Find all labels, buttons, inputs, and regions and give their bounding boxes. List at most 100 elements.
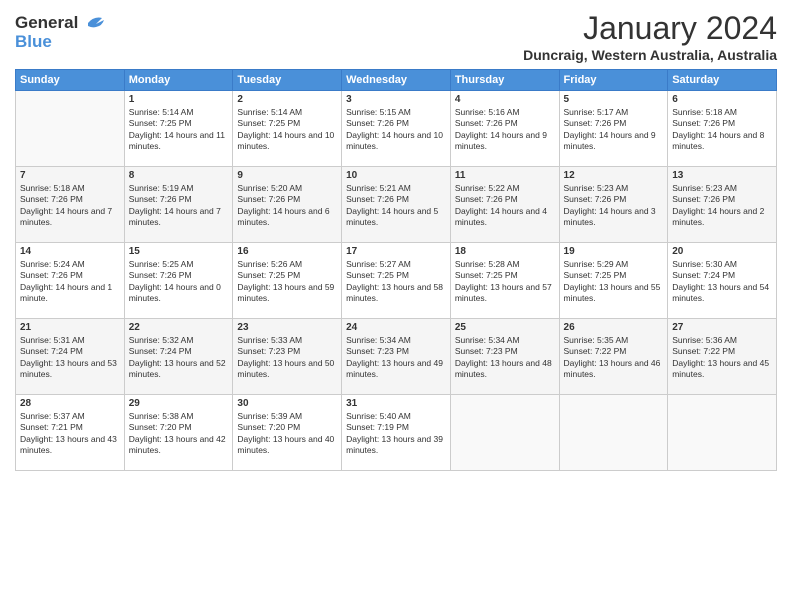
calendar-cell: 4 Sunrise: 5:16 AM Sunset: 7:26 PM Daylig…: [450, 91, 559, 167]
calendar-cell: 19 Sunrise: 5:29 AM Sunset: 7:25 PM Dayli…: [559, 243, 668, 319]
day-info: Sunrise: 5:21 AM Sunset: 7:26 PM Dayligh…: [346, 183, 446, 229]
day-info: Sunrise: 5:15 AM Sunset: 7:26 PM Dayligh…: [346, 107, 446, 153]
calendar-cell: 9 Sunrise: 5:20 AM Sunset: 7:26 PM Daylig…: [233, 167, 342, 243]
day-number: 22: [129, 322, 229, 333]
day-number: 6: [672, 94, 772, 105]
day-info: Sunrise: 5:29 AM Sunset: 7:25 PM Dayligh…: [564, 259, 664, 305]
day-number: 31: [346, 398, 446, 409]
calendar-cell: 14Sunrise: 5:24 AM Sunset: 7:26 PM Dayli…: [16, 243, 125, 319]
week-row-3: 14Sunrise: 5:24 AM Sunset: 7:26 PM Dayli…: [16, 243, 777, 319]
col-sunday: Sunday: [16, 70, 125, 91]
day-info: Sunrise: 5:22 AM Sunset: 7:26 PM Dayligh…: [455, 183, 555, 229]
day-info: Sunrise: 5:17 AM Sunset: 7:26 PM Dayligh…: [564, 107, 664, 153]
calendar-cell: 25 Sunrise: 5:34 AM Sunset: 7:23 PM Dayli…: [450, 319, 559, 395]
day-info: Sunrise: 5:14 AM Sunset: 7:25 PM Dayligh…: [129, 107, 229, 153]
col-monday: Monday: [124, 70, 233, 91]
page-container: General Blue January 2024 Duncraig, West…: [0, 0, 792, 479]
calendar-cell: 13 Sunrise: 5:23 AM Sunset: 7:26 PM Dayli…: [668, 167, 777, 243]
calendar-cell: 3 Sunrise: 5:15 AM Sunset: 7:26 PM Daylig…: [342, 91, 451, 167]
day-info: Sunrise: 5:20 AM Sunset: 7:26 PM Dayligh…: [237, 183, 337, 229]
day-number: 20: [672, 246, 772, 257]
week-row-4: 21Sunrise: 5:31 AM Sunset: 7:24 PM Dayli…: [16, 319, 777, 395]
week-row-5: 28Sunrise: 5:37 AM Sunset: 7:21 PM Dayli…: [16, 395, 777, 471]
day-info: Sunrise: 5:23 AM Sunset: 7:26 PM Dayligh…: [564, 183, 664, 229]
calendar-cell: 27 Sunrise: 5:36 AM Sunset: 7:22 PM Dayli…: [668, 319, 777, 395]
day-info: Sunrise: 5:33 AM Sunset: 7:23 PM Dayligh…: [237, 335, 337, 381]
day-number: 12: [564, 170, 664, 181]
calendar-cell: 15 Sunrise: 5:25 AM Sunset: 7:26 PM Dayli…: [124, 243, 233, 319]
day-number: 28: [20, 398, 120, 409]
day-info: Sunrise: 5:27 AM Sunset: 7:25 PM Dayligh…: [346, 259, 446, 305]
week-row-2: 7 Sunrise: 5:18 AM Sunset: 7:26 PM Daylig…: [16, 167, 777, 243]
day-number: 24: [346, 322, 446, 333]
calendar-subtitle: Duncraig, Western Australia, Australia: [523, 47, 777, 63]
day-number: 25: [455, 322, 555, 333]
day-info: Sunrise: 5:18 AM Sunset: 7:26 PM Dayligh…: [20, 183, 120, 229]
day-number: 8: [129, 170, 229, 181]
calendar-cell: 20 Sunrise: 5:30 AM Sunset: 7:24 PM Dayli…: [668, 243, 777, 319]
day-info: Sunrise: 5:26 AM Sunset: 7:25 PM Dayligh…: [237, 259, 337, 305]
calendar-cell: 8 Sunrise: 5:19 AM Sunset: 7:26 PM Daylig…: [124, 167, 233, 243]
day-info: Sunrise: 5:35 AM Sunset: 7:22 PM Dayligh…: [564, 335, 664, 381]
calendar-cell: 28Sunrise: 5:37 AM Sunset: 7:21 PM Dayli…: [16, 395, 125, 471]
calendar-cell: 26Sunrise: 5:35 AM Sunset: 7:22 PM Dayli…: [559, 319, 668, 395]
calendar-cell: 29Sunrise: 5:38 AM Sunset: 7:20 PM Dayli…: [124, 395, 233, 471]
day-number: 27: [672, 322, 772, 333]
logo-general: General: [15, 14, 78, 33]
logo-bird-icon: [80, 14, 106, 32]
logo: General Blue: [15, 14, 106, 51]
day-number: 9: [237, 170, 337, 181]
calendar-cell: 30Sunrise: 5:39 AM Sunset: 7:20 PM Dayli…: [233, 395, 342, 471]
col-friday: Friday: [559, 70, 668, 91]
day-number: 16: [237, 246, 337, 257]
day-info: Sunrise: 5:25 AM Sunset: 7:26 PM Dayligh…: [129, 259, 229, 305]
calendar-cell: 5 Sunrise: 5:17 AM Sunset: 7:26 PM Daylig…: [559, 91, 668, 167]
day-info: Sunrise: 5:34 AM Sunset: 7:23 PM Dayligh…: [455, 335, 555, 381]
calendar-cell: 17Sunrise: 5:27 AM Sunset: 7:25 PM Dayli…: [342, 243, 451, 319]
calendar-table: Sunday Monday Tuesday Wednesday Thursday…: [15, 69, 777, 471]
day-info: Sunrise: 5:38 AM Sunset: 7:20 PM Dayligh…: [129, 411, 229, 457]
day-info: Sunrise: 5:23 AM Sunset: 7:26 PM Dayligh…: [672, 183, 772, 229]
day-number: 3: [346, 94, 446, 105]
day-number: 15: [129, 246, 229, 257]
day-number: 23: [237, 322, 337, 333]
day-info: Sunrise: 5:18 AM Sunset: 7:26 PM Dayligh…: [672, 107, 772, 153]
col-thursday: Thursday: [450, 70, 559, 91]
calendar-cell: 10Sunrise: 5:21 AM Sunset: 7:26 PM Dayli…: [342, 167, 451, 243]
week-row-1: 1Sunrise: 5:14 AM Sunset: 7:25 PM Daylig…: [16, 91, 777, 167]
calendar-cell: 31 Sunrise: 5:40 AM Sunset: 7:19 PM Dayli…: [342, 395, 451, 471]
calendar-cell: [16, 91, 125, 167]
day-number: 13: [672, 170, 772, 181]
header-row: Sunday Monday Tuesday Wednesday Thursday…: [16, 70, 777, 91]
day-info: Sunrise: 5:16 AM Sunset: 7:26 PM Dayligh…: [455, 107, 555, 153]
calendar-cell: 24Sunrise: 5:34 AM Sunset: 7:23 PM Dayli…: [342, 319, 451, 395]
calendar-cell: 7 Sunrise: 5:18 AM Sunset: 7:26 PM Daylig…: [16, 167, 125, 243]
day-info: Sunrise: 5:31 AM Sunset: 7:24 PM Dayligh…: [20, 335, 120, 381]
calendar-cell: 18Sunrise: 5:28 AM Sunset: 7:25 PM Dayli…: [450, 243, 559, 319]
calendar-cell: 1Sunrise: 5:14 AM Sunset: 7:25 PM Daylig…: [124, 91, 233, 167]
day-number: 14: [20, 246, 120, 257]
logo-blue: Blue: [15, 33, 106, 52]
calendar-cell: 16 Sunrise: 5:26 AM Sunset: 7:25 PM Dayli…: [233, 243, 342, 319]
col-saturday: Saturday: [668, 70, 777, 91]
col-tuesday: Tuesday: [233, 70, 342, 91]
calendar-cell: 12 Sunrise: 5:23 AM Sunset: 7:26 PM Dayli…: [559, 167, 668, 243]
day-info: Sunrise: 5:30 AM Sunset: 7:24 PM Dayligh…: [672, 259, 772, 305]
day-number: 2: [237, 94, 337, 105]
day-info: Sunrise: 5:14 AM Sunset: 7:25 PM Dayligh…: [237, 107, 337, 153]
calendar-cell: [559, 395, 668, 471]
day-number: 5: [564, 94, 664, 105]
calendar-cell: 6 Sunrise: 5:18 AM Sunset: 7:26 PM Daylig…: [668, 91, 777, 167]
day-info: Sunrise: 5:40 AM Sunset: 7:19 PM Dayligh…: [346, 411, 446, 457]
day-info: Sunrise: 5:36 AM Sunset: 7:22 PM Dayligh…: [672, 335, 772, 381]
calendar-cell: 22Sunrise: 5:32 AM Sunset: 7:24 PM Dayli…: [124, 319, 233, 395]
day-number: 4: [455, 94, 555, 105]
calendar-title: January 2024: [523, 10, 777, 47]
calendar-cell: [450, 395, 559, 471]
day-info: Sunrise: 5:28 AM Sunset: 7:25 PM Dayligh…: [455, 259, 555, 305]
col-wednesday: Wednesday: [342, 70, 451, 91]
day-number: 7: [20, 170, 120, 181]
day-info: Sunrise: 5:19 AM Sunset: 7:26 PM Dayligh…: [129, 183, 229, 229]
day-number: 19: [564, 246, 664, 257]
calendar-cell: [668, 395, 777, 471]
